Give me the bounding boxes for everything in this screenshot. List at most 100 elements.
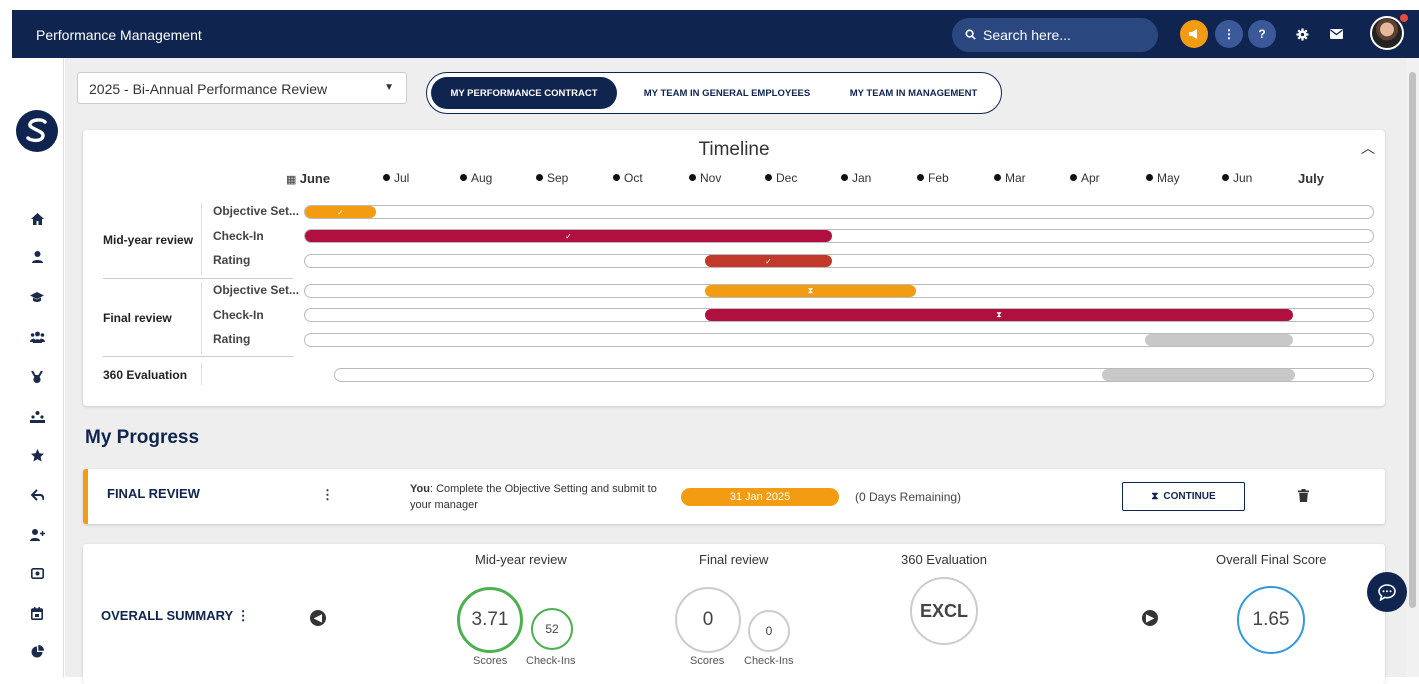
divider — [103, 278, 293, 279]
collapse-button[interactable]: ︿ — [1361, 138, 1375, 158]
review-period-select[interactable]: 2025 - Bi-Annual Performance Review ▼ — [77, 72, 407, 104]
sidebar-item-profile[interactable] — [28, 248, 46, 266]
check-icon: ✓ — [337, 207, 344, 217]
check-icon: ✓ — [765, 256, 772, 266]
megaphone-icon — [1189, 29, 1197, 39]
trash-icon[interactable] — [1298, 489, 1309, 502]
sidebar-item-favorites[interactable] — [28, 446, 46, 464]
scrollbar[interactable] — [1406, 58, 1419, 677]
user-avatar[interactable] — [1370, 16, 1404, 50]
month-label: July — [1298, 171, 1325, 186]
timeline-bar-completed[interactable]: ✓ — [705, 255, 832, 267]
final-review-menu-button[interactable]: ⋮ — [321, 487, 334, 503]
calendar-icon: ▦ — [286, 174, 297, 186]
row-label: Check-In — [213, 229, 264, 243]
settings-button[interactable] — [1288, 20, 1316, 48]
tab-my-performance-contract[interactable]: MY PERFORMANCE CONTRACT — [431, 77, 617, 109]
continue-button[interactable]: ⧗ CONTINUE — [1122, 482, 1245, 511]
timeline-bar-completed[interactable]: ✓ — [305, 230, 832, 242]
search-input[interactable]: Search here... — [952, 18, 1158, 52]
scrollbar-thumb[interactable] — [1409, 72, 1416, 608]
chevron-up-icon: ︿ — [1361, 140, 1375, 156]
review-period-value: 2025 - Bi-Annual Performance Review — [89, 81, 328, 97]
timeline-track: ✓ — [304, 254, 1374, 268]
group-label-final: Final review — [103, 311, 172, 325]
timeline-bar-pending[interactable]: ⧗ — [705, 285, 916, 297]
check-icon: ✓ — [565, 231, 572, 241]
search-icon — [965, 29, 976, 40]
main-content: 2025 - Bi-Annual Performance Review ▼ MY… — [65, 58, 1406, 684]
hand-icon — [30, 488, 44, 501]
tab-team-general-employees[interactable]: MY TEAM IN GENERAL EMPLOYEES — [627, 77, 827, 109]
row-label: Check-In — [213, 308, 264, 322]
prev-button[interactable]: ◀ — [310, 610, 326, 626]
arrow-right-icon: ▶ — [1146, 612, 1154, 624]
notification-dot — [1400, 14, 1408, 22]
timeline-track — [334, 368, 1374, 382]
chat-button[interactable] — [1367, 572, 1407, 612]
timeline-track: ⧗ — [304, 308, 1374, 322]
scores-caption: Scores — [690, 655, 725, 667]
tab-team-management[interactable]: MY TEAM IN MANAGEMENT — [831, 77, 996, 109]
timeline-bar-pending[interactable]: ⧗ — [705, 309, 1293, 321]
sidebar-item-awards[interactable] — [28, 368, 46, 386]
kebab-icon: ⋮ — [1223, 27, 1235, 41]
hourglass-icon: ⧗ — [1151, 491, 1159, 502]
sidebar-item-feedback[interactable] — [28, 486, 46, 504]
timeline-card: Timeline ︿ ▦ June Jul Aug Sep Oct Nov De… — [83, 130, 1385, 406]
sidebar-item-home[interactable] — [28, 210, 46, 228]
month-label: Apr — [1070, 171, 1100, 185]
evaluation-360-heading: 360 Evaluation — [901, 552, 988, 567]
chevron-down-icon: ▼ — [384, 82, 394, 93]
month-label: Sep — [536, 171, 568, 185]
month-label: Jan — [841, 171, 871, 185]
kebab-icon[interactable]: ⋮ — [237, 608, 250, 623]
month-label: Aug — [460, 171, 492, 185]
next-button[interactable]: ▶ — [1142, 610, 1158, 626]
month-label: Mar — [994, 171, 1026, 185]
user-icon — [31, 251, 43, 263]
timeline-track: ⧗ — [304, 284, 1374, 298]
final-review-message: You: Complete the Objective Setting and … — [410, 483, 657, 511]
sidebar-item-calendar[interactable] — [28, 604, 46, 622]
more-options-button[interactable]: ⋮ — [1215, 20, 1243, 48]
sidebar-item-organization[interactable] — [28, 408, 46, 426]
timeline-track — [304, 333, 1374, 347]
row-label: Objective Set... — [213, 283, 300, 297]
arrow-left-icon: ◀ — [314, 612, 322, 624]
mid-year-heading: Mid-year review — [475, 552, 567, 567]
announcement-button[interactable] — [1180, 20, 1208, 48]
timeline-bar-upcoming[interactable] — [1145, 334, 1293, 346]
month-label: Jul — [383, 171, 409, 185]
company-logo — [16, 110, 58, 152]
divider — [201, 203, 202, 275]
envelope-icon — [1329, 29, 1343, 39]
star-icon — [30, 448, 44, 461]
medal-icon — [31, 370, 43, 383]
sidebar-item-compensation[interactable] — [28, 564, 46, 582]
sidebar-item-learning[interactable] — [28, 288, 46, 306]
chat-icon — [1378, 583, 1396, 601]
month-label: Nov — [689, 171, 721, 185]
sidebar — [12, 58, 64, 677]
divider — [201, 282, 202, 354]
sidebar-item-reports[interactable] — [28, 642, 46, 660]
month-label: May — [1146, 171, 1180, 185]
month-label: Oct — [613, 171, 643, 185]
timeline-bar-completed[interactable]: ✓ — [305, 206, 376, 218]
final-review-card: FINAL REVIEW ⋮ You: Complete the Objecti… — [83, 469, 1385, 524]
checkins-caption: Check-Ins — [744, 655, 794, 667]
timeline-bar-upcoming[interactable] — [1102, 369, 1295, 381]
row-label: Objective Set... — [213, 204, 300, 218]
sidebar-item-team[interactable] — [28, 328, 46, 346]
my-progress-heading: My Progress — [85, 427, 200, 448]
messages-button[interactable] — [1322, 20, 1350, 48]
overall-score-circle: 1.65 — [1237, 586, 1305, 654]
final-review-heading: Final review — [699, 552, 769, 567]
calendar-icon — [31, 606, 43, 620]
overall-summary-title: OVERALL SUMMARY ⋮ — [101, 608, 250, 623]
overall-score-heading: Overall Final Score — [1216, 552, 1327, 567]
sidebar-item-add-user[interactable] — [28, 526, 46, 544]
graduation-cap-icon — [30, 291, 44, 302]
help-button[interactable]: ? — [1248, 20, 1276, 48]
